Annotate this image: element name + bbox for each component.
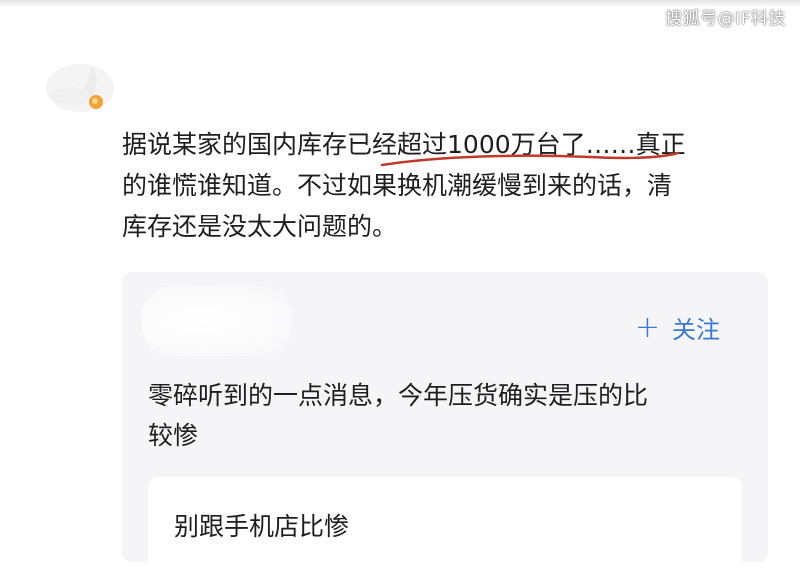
reply-text: 别跟手机店比惨: [174, 512, 350, 541]
quoted-comment-card[interactable]: + 关注 零碎听到的一点消息，今年压货确实是压的比 较惨 别跟手机店比惨: [122, 272, 768, 577]
reply-card[interactable]: 别跟手机店比惨: [148, 477, 742, 577]
quoted-line: 较惨: [148, 421, 199, 450]
avatar[interactable]: [40, 58, 114, 114]
plus-icon: +: [634, 309, 660, 345]
post-line: 据说某家的国内库存已经超过1000万台了……真正: [122, 130, 686, 159]
post-text: 据说某家的国内库存已经超过1000万台了……真正 的谁慌谁知道。不过如果换机潮缓…: [122, 124, 772, 247]
post-line: 的谁慌谁知道。不过如果换机潮缓慢到来的话，清: [122, 171, 673, 200]
avatar-icon: [46, 64, 114, 112]
follow-button[interactable]: + 关注: [635, 310, 720, 345]
quoted-comment-text: 零碎听到的一点消息，今年压货确实是压的比 较惨: [148, 376, 738, 456]
follow-label: 关注: [672, 316, 720, 344]
post-line: 库存还是没太大问题的。: [122, 212, 398, 241]
quoted-line: 零碎听到的一点消息，今年压货确实是压的比: [148, 381, 649, 410]
blurred-username: [142, 286, 292, 356]
watermark: 搜狐号@IF科技: [665, 9, 786, 29]
